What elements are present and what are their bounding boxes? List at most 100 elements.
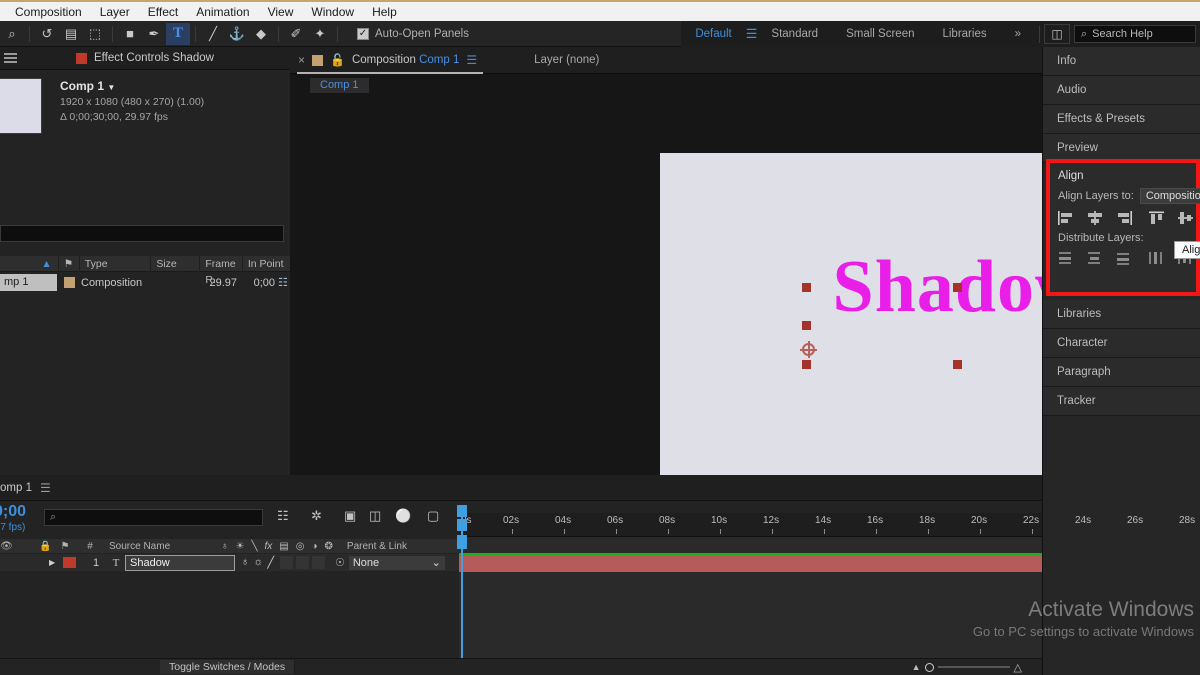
menu-item-effect[interactable]: Effect (139, 3, 187, 21)
menu-item-composition[interactable]: Composition (6, 3, 91, 21)
workspace-small-screen[interactable]: Small Screen (832, 28, 928, 40)
panel-effects-and-presets[interactable]: Effects & Presets (1043, 105, 1200, 134)
close-icon[interactable]: × (298, 53, 305, 67)
selection-handle-ml[interactable] (802, 321, 811, 330)
panel-info[interactable]: Info (1043, 47, 1200, 76)
panel-menu-icon[interactable] (4, 53, 17, 63)
layer-switch-box-3[interactable] (312, 556, 325, 569)
pen-tool-icon[interactable]: ✒ (142, 23, 166, 45)
comp-name-dropdown[interactable]: Comp 1 ▼ (60, 79, 204, 95)
zoom-out-icon[interactable]: ▲ (912, 662, 921, 672)
layer-switch-box-2[interactable] (296, 556, 309, 569)
parent-and-link-dropdown[interactable]: None ⌄ (349, 556, 445, 570)
effect-controls-tab[interactable]: Effect Controls Shadow (0, 47, 290, 70)
playhead-handle-top[interactable] (457, 505, 467, 517)
parent-pickwhip-icon[interactable]: ☉ (335, 556, 345, 569)
hide-shy-layers-icon[interactable]: ▣ (344, 508, 356, 524)
search-help-field[interactable]: ⌕ Search Help (1074, 25, 1196, 43)
distribute-left-icon[interactable] (1147, 250, 1167, 266)
timeline-panel-menu-icon[interactable]: ☰ (40, 481, 51, 495)
composition-mini-flowchart-icon[interactable]: ☷ (277, 508, 289, 524)
distribute-top-icon[interactable] (1056, 250, 1076, 266)
zoom-slider-track[interactable] (938, 666, 1010, 668)
project-col-type[interactable]: Type (80, 256, 152, 272)
clone-stamp-tool-icon[interactable]: ⚓ (225, 23, 249, 45)
draft-3d-icon[interactable]: ✲ (311, 508, 322, 524)
composition-tab-label[interactable]: Composition Comp 1 (352, 54, 459, 66)
playhead-handle-marker[interactable] (457, 519, 467, 531)
type-tool-icon[interactable]: T (166, 23, 190, 45)
align-left-icon[interactable] (1056, 210, 1076, 226)
project-col-inpoint[interactable]: In Point (243, 256, 290, 272)
timeline-timecode[interactable]: 0;00 (0, 503, 26, 521)
anchor-point-icon[interactable] (802, 343, 815, 356)
breadcrumb[interactable]: Comp 1 (310, 78, 369, 93)
zoom-in-icon[interactable]: △ (1014, 661, 1022, 674)
puppet-pin-tool-icon[interactable]: ✦ (308, 23, 332, 45)
layer-switch-3d-icon[interactable]: ♁ (241, 556, 249, 569)
menu-item-help[interactable]: Help (363, 3, 406, 21)
panel-libraries[interactable]: Libraries (1043, 300, 1200, 329)
layer-header-number[interactable]: # (77, 541, 103, 552)
rotation-tool-icon[interactable]: ↺ (35, 23, 59, 45)
project-row-comp1[interactable]: mp 1 Composition 29.97 0;00 ☷ (0, 274, 290, 291)
timeline-tab-label[interactable]: omp 1 (0, 482, 32, 494)
layer-switch-box-1[interactable] (280, 556, 293, 569)
layer-header-parent-and-link[interactable]: Parent & Link (333, 541, 407, 552)
selection-handle-bc[interactable] (953, 360, 962, 369)
workspace-overflow-button[interactable]: » (1001, 28, 1035, 40)
distribute-bottom-icon[interactable] (1114, 250, 1134, 266)
eraser-tool-icon[interactable]: ◆ (249, 23, 273, 45)
shape-tool-icon[interactable]: ■ (118, 23, 142, 45)
timeline-zoom-slider[interactable]: ▲ △ (912, 661, 1022, 674)
workspace-toolbar-icon[interactable]: ◫ (1044, 24, 1070, 44)
project-row-name[interactable]: mp 1 (0, 274, 57, 291)
auto-open-panels-control[interactable]: ✓ Auto-Open Panels (357, 28, 469, 40)
project-search-input[interactable] (0, 225, 284, 242)
toggle-switches-modes-button[interactable]: Toggle Switches / Modes (160, 660, 295, 674)
roto-brush-tool-icon[interactable]: ✐ (284, 23, 308, 45)
selection-tool-icon[interactable]: ⌕ (0, 23, 24, 45)
project-col-framerate[interactable]: Frame R... (200, 256, 243, 272)
selection-handle-tl[interactable] (802, 283, 811, 292)
panel-audio[interactable]: Audio (1043, 76, 1200, 105)
layer-header-source-name[interactable]: Source Name (103, 541, 215, 552)
timeline-ruler[interactable]: 0s 02s 04s 06s 08s 10s 12s 14s 16s 18s 2… (459, 513, 1042, 537)
workspace-libraries[interactable]: Libraries (928, 28, 1000, 40)
align-top-icon[interactable] (1147, 210, 1167, 226)
table-row[interactable]: ▶ 1 T Shadow ♁ ☼ ╱ ☉ None ⌄ (0, 554, 459, 571)
graph-editor-icon[interactable]: ▢ (427, 508, 439, 524)
project-col-sort-icon[interactable]: ▲ (0, 256, 59, 272)
layer-label-color[interactable] (63, 557, 85, 568)
menu-item-animation[interactable]: Animation (187, 3, 258, 21)
align-right-icon[interactable] (1114, 210, 1134, 226)
align-horizontal-center-icon[interactable] (1085, 210, 1105, 226)
camera-tool-icon[interactable]: ▤ (59, 23, 83, 45)
project-col-label-icon[interactable]: ⚑ (59, 256, 80, 272)
layer-switch-motionblur-icon[interactable]: ╱ (267, 556, 274, 569)
workspace-menu-icon[interactable]: ☰ (746, 26, 758, 42)
playhead-handle-work-area[interactable] (457, 535, 467, 549)
project-col-size[interactable]: Size (151, 256, 200, 272)
timeline-search-input[interactable]: ⌕ (44, 509, 263, 526)
playhead[interactable] (461, 505, 463, 675)
brush-tool-icon[interactable]: ╱ (201, 23, 225, 45)
region-of-interest-tool-icon[interactable]: ⬚ (83, 23, 107, 45)
layer-expand-triangle-icon[interactable]: ▶ (49, 558, 63, 567)
layer-switch-quality-icon[interactable]: ☼ (253, 556, 263, 569)
layer-duration-bar[interactable] (459, 556, 1042, 572)
auto-open-panels-checkbox[interactable]: ✓ (357, 28, 369, 40)
menu-item-layer[interactable]: Layer (91, 3, 139, 21)
lock-icon[interactable]: 🔓 (330, 53, 345, 67)
menu-item-window[interactable]: Window (302, 3, 363, 21)
align-layers-to-dropdown[interactable]: Composition (1140, 188, 1200, 204)
layer-tab[interactable]: Layer (none) (534, 54, 599, 66)
composition-panel-menu-icon[interactable]: ☰ (466, 53, 477, 67)
zoom-slider-knob[interactable] (925, 663, 934, 672)
motion-blur-icon[interactable]: ⚪ (395, 508, 411, 524)
menu-item-view[interactable]: View (259, 3, 303, 21)
panel-tracker[interactable]: Tracker (1043, 387, 1200, 416)
layer-name-input[interactable]: Shadow (125, 555, 235, 571)
distribute-vertical-center-icon[interactable] (1085, 250, 1105, 266)
workspace-standard[interactable]: Standard (757, 28, 832, 40)
